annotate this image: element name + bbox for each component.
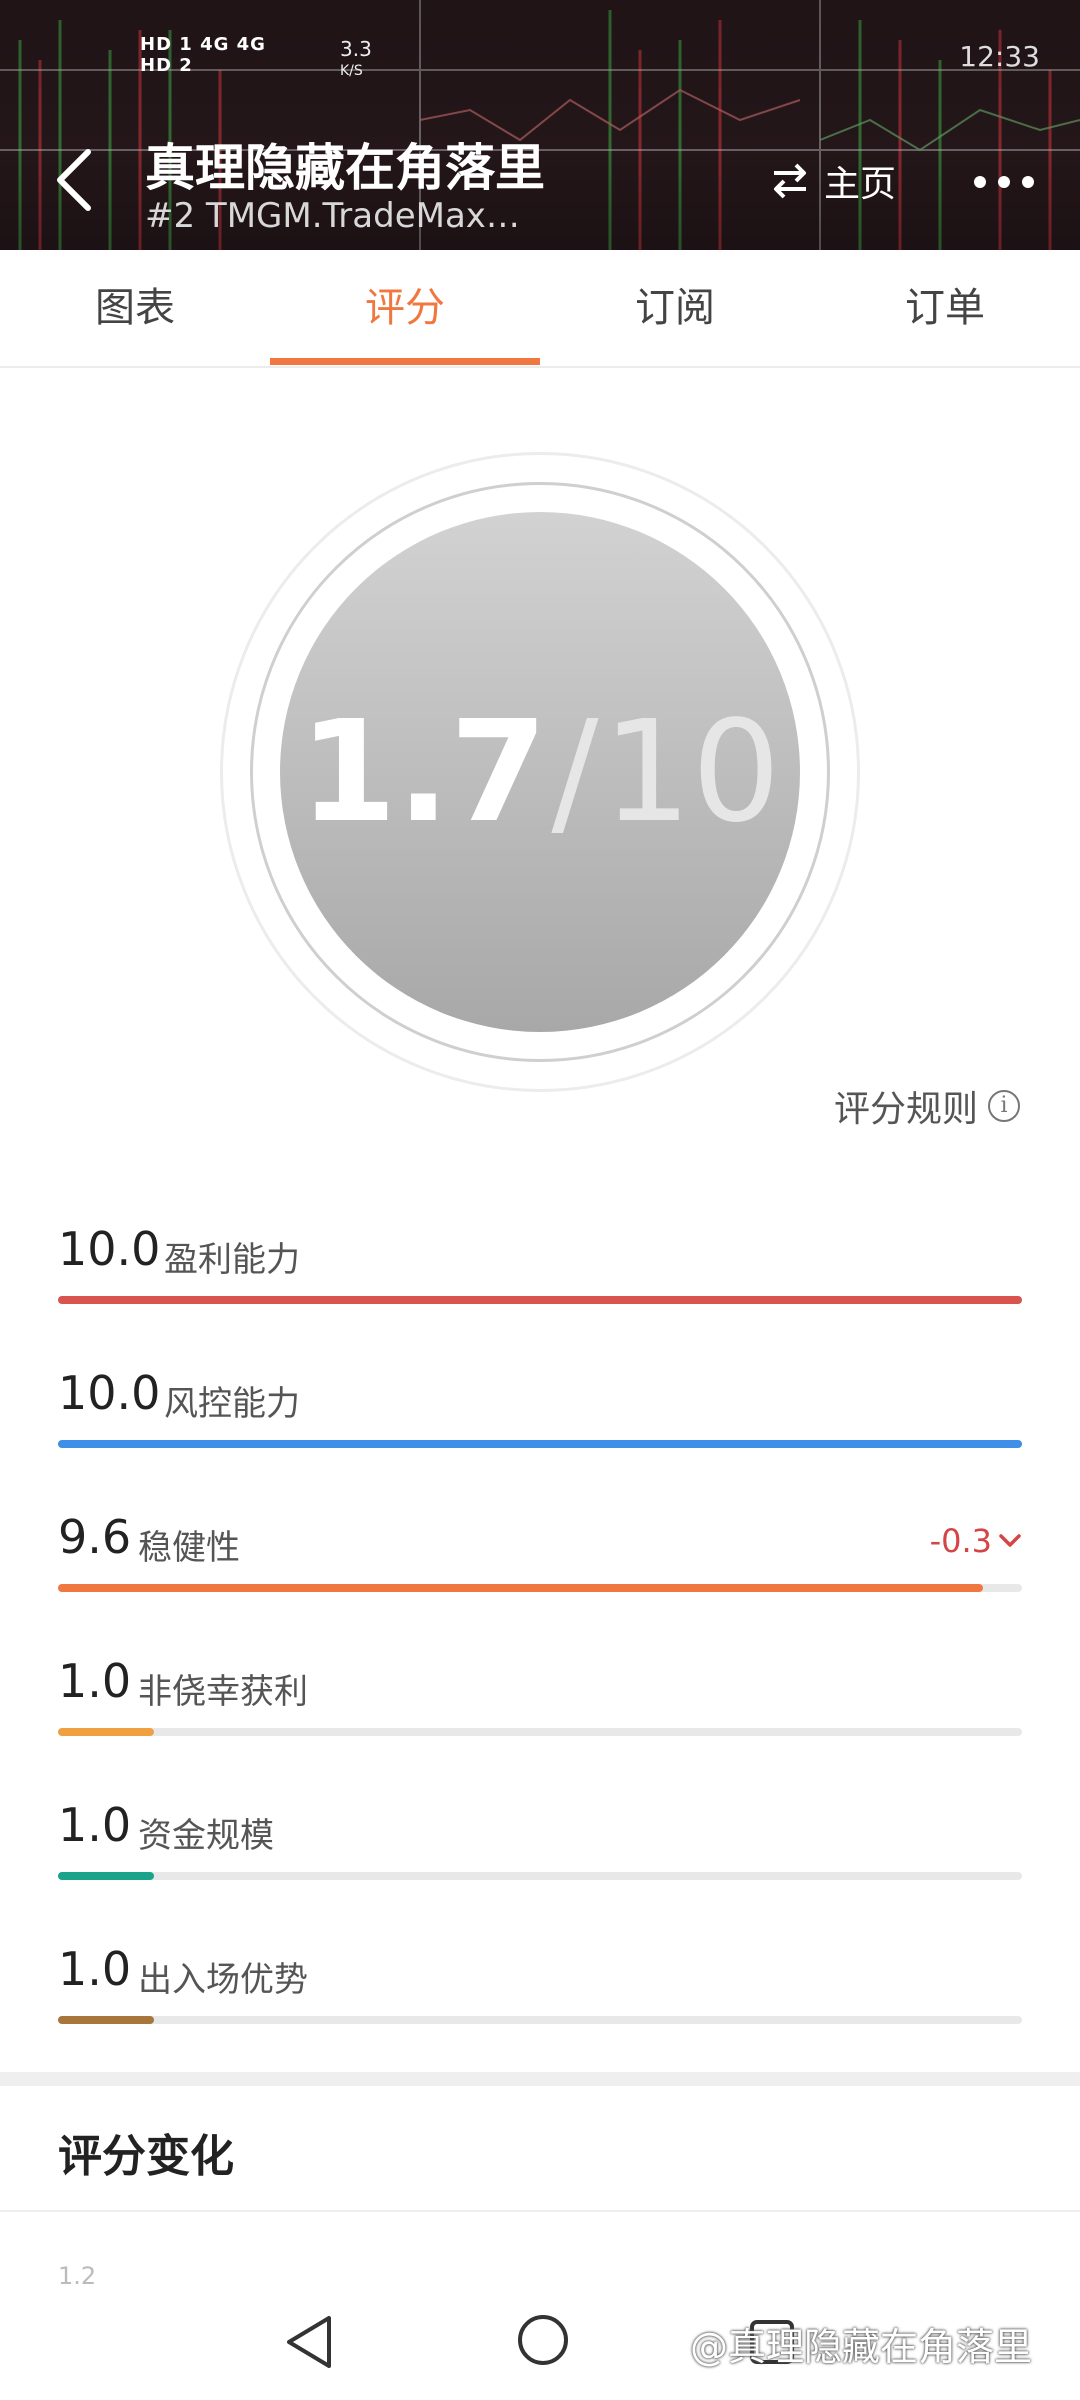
score-max: 10 xyxy=(602,690,781,854)
metric-track xyxy=(58,2016,1022,2024)
status-bar: HD 1 4G 4G HD 2 3.3 K/S 12:33 xyxy=(0,0,1080,80)
speed-unit: K/S xyxy=(340,63,363,79)
metric-value: 1.0 xyxy=(58,1654,132,1708)
speed-value: 3.3 xyxy=(340,37,372,61)
info-icon: i xyxy=(988,1090,1020,1122)
score-change[interactable]: -0.3 xyxy=(930,1522,1022,1560)
network-label-1: HD 1 4G 4G xyxy=(140,34,266,55)
metric-value: 9.6 xyxy=(58,1510,132,1564)
metric-track xyxy=(58,1584,1022,1592)
network-speed: 3.3 K/S xyxy=(340,38,372,82)
score-change-value: -0.3 xyxy=(929,1522,992,1560)
metric-entry-exit-advantage: 1.0 出入场优势 xyxy=(58,1942,1022,2042)
metric-value: 10.0 xyxy=(58,1366,161,1420)
more-options-icon[interactable] xyxy=(972,172,1036,192)
account-subtitle: #2 TMGM.TradeMax… xyxy=(145,196,520,236)
clock: 12:33 xyxy=(959,40,1040,73)
metric-label: 风控能力 xyxy=(164,1384,300,1424)
rating-rules-link[interactable]: 评分规则 i xyxy=(834,1078,1020,1134)
metric-fill xyxy=(58,1440,1022,1448)
metric-fill xyxy=(58,1296,1022,1304)
metric-value: 10.0 xyxy=(58,1222,161,1276)
metric-label: 出入场优势 xyxy=(138,1960,308,2000)
network-indicators: HD 1 4G 4G HD 2 xyxy=(140,34,266,76)
metric-label: 资金规模 xyxy=(138,1816,274,1856)
tab-orders[interactable]: 订单 xyxy=(810,250,1080,366)
metric-fill xyxy=(58,1728,155,1736)
chevron-down-icon xyxy=(999,1534,1021,1547)
metric-label: 非侥幸获利 xyxy=(138,1672,308,1712)
rating-rules-label: 评分规则 xyxy=(833,1089,978,1130)
metric-fill xyxy=(58,1584,984,1592)
metric-label: 稳健性 xyxy=(138,1528,240,1568)
tab-subscribe[interactable]: 订阅 xyxy=(540,250,810,366)
back-arrow-icon[interactable] xyxy=(50,148,100,212)
score-value: 1.7 xyxy=(299,690,548,854)
score-change-title: 评分变化 xyxy=(58,2131,234,2182)
active-tab-indicator xyxy=(270,358,540,365)
tab-chart[interactable]: 图表 xyxy=(0,250,270,366)
network-label-2: HD 2 xyxy=(140,55,193,76)
metric-value: 1.0 xyxy=(58,1798,132,1852)
page-title: 真理隐藏在角落里 xyxy=(145,139,545,197)
metric-fill xyxy=(58,1872,155,1880)
score-separator: / xyxy=(551,690,599,854)
header: HD 1 4G 4G HD 2 3.3 K/S 12:33 真理隐藏在角落里 #… xyxy=(0,0,1080,250)
home-label: 主页 xyxy=(824,164,897,205)
metric-non-luck-profit: 1.0 非侥幸获利 xyxy=(58,1654,1022,1754)
section-divider xyxy=(0,2072,1080,2086)
tab-rating[interactable]: 评分 xyxy=(270,250,540,366)
metric-track xyxy=(58,1296,1022,1304)
nav-back-icon[interactable] xyxy=(283,2312,335,2372)
metric-fund-scale: 1.0 资金规模 xyxy=(58,1798,1022,1898)
swap-icon xyxy=(774,163,806,199)
metric-track xyxy=(58,1728,1022,1736)
nav-home-icon[interactable] xyxy=(515,2312,571,2368)
metric-track xyxy=(58,1440,1022,1448)
chart-axis-label: 1.2 xyxy=(58,2262,97,2290)
metric-label: 盈利能力 xyxy=(164,1240,300,1280)
total-score: 1.7 / 10 xyxy=(280,512,800,1032)
section-separator xyxy=(0,2210,1080,2212)
metric-fill xyxy=(58,2016,155,2024)
metric-stability[interactable]: 9.6 稳健性 -0.3 xyxy=(58,1510,1022,1610)
home-button[interactable]: 主页 xyxy=(770,156,896,206)
watermark: @真理隐藏在角落里 xyxy=(690,2325,1033,2369)
metric-value: 1.0 xyxy=(58,1942,132,1996)
tab-bar: 图表 评分 订阅 订单 xyxy=(0,250,1080,368)
metric-track xyxy=(58,1872,1022,1880)
metric-profitability: 10.0 盈利能力 xyxy=(58,1222,1022,1322)
metric-risk-control: 10.0 风控能力 xyxy=(58,1366,1022,1466)
